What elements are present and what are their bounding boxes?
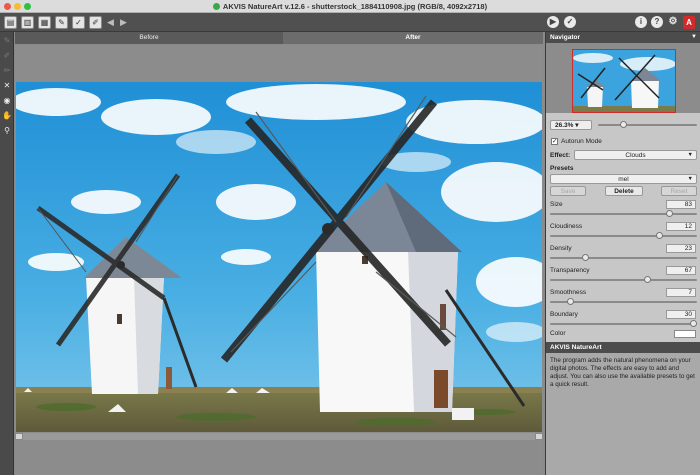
view-tabs: Before After [15,32,543,44]
share-icon[interactable]: ✓ [72,16,85,29]
apply-icon[interactable]: ✓ [564,16,576,28]
chevron-down-icon: ▼ [687,152,693,158]
scroll-left-button[interactable] [15,433,23,440]
param-value-field[interactable]: 7 [666,288,696,297]
window-title: AKVIS NatureArt v.12.6 - shutterstock_18… [0,2,700,11]
hand-icon[interactable]: ✋ [1,110,13,122]
param-slider-track[interactable] [550,213,697,215]
chevron-down-icon: ▼ [687,176,693,182]
zoom-icon[interactable]: ⚲ [1,125,13,137]
reset-preset-button[interactable]: Reset [661,186,697,196]
autorun-checkbox[interactable]: ✓ [551,138,558,145]
transform-icon[interactable]: ✕ [1,80,13,92]
param-slider-track[interactable] [550,257,697,259]
param-label: Transparency [550,267,590,274]
batch-icon[interactable]: ✐ [89,16,102,29]
autorun-label: Autorun Mode [561,138,602,145]
param-slider-knob[interactable] [567,298,574,305]
app-logo-icon [212,3,220,10]
title-bar: AKVIS NatureArt v.12.6 - shutterstock_18… [0,0,700,13]
param-value-field[interactable]: 30 [666,310,696,319]
effect-select[interactable]: Clouds ▼ [574,150,697,160]
param-slider-knob[interactable] [644,276,651,283]
color-label: Color [550,330,566,337]
navigator-preview-area [546,43,700,113]
effect-label: Effect: [550,152,571,159]
param-value-field[interactable]: 12 [666,222,696,231]
image-canvas[interactable] [15,45,543,475]
main-toolbar: ▤ ▥ ▦ ✎ ✓ ✐ ◀ ▶ ▶ ✓ i ? ⚙ A [0,13,700,32]
run-icon[interactable]: ▶ [547,16,559,28]
scroll-right-button[interactable] [535,433,543,440]
zoom-slider-knob[interactable] [620,121,627,128]
navigator-thumbnail[interactable] [572,49,676,113]
color-swatch[interactable] [674,330,696,338]
tab-after[interactable]: After [283,32,543,44]
param-label: Smoothness [550,289,587,296]
param-slider-track[interactable] [550,279,697,281]
eraser-icon[interactable]: ✐ [1,50,13,62]
collapse-arrow-icon[interactable]: ▼ [691,32,697,43]
settings-panel: Navigator ▼ 26.3% ▾ ✓ Autorun Mode Effec… [545,32,700,475]
param-value-field[interactable]: 83 [666,200,696,209]
param-value-field[interactable]: 23 [666,244,696,253]
akvis-icon[interactable]: A [683,16,695,29]
tab-before[interactable]: Before [15,32,283,44]
print-icon[interactable]: ✎ [55,16,68,29]
help-area: The program adds the natural phenomena o… [546,353,700,475]
param-slider-knob[interactable] [656,232,663,239]
save-as-icon[interactable]: ▦ [38,16,51,29]
param-slider-knob[interactable] [690,320,697,327]
undo-icon[interactable]: ◀ [105,16,116,29]
param-value-field[interactable]: 67 [666,266,696,275]
param-label: Size [550,201,563,208]
eyedropper-icon[interactable]: ◉ [1,95,13,107]
zoom-slider-track[interactable] [598,124,697,126]
param-label: Density [550,245,572,252]
param-label: Cloudiness [550,223,583,230]
tools-panel: ✎ ✐ ✏ ✕ ◉ ✋ ⚲ [0,32,14,475]
help-header: AKVIS NatureArt [546,342,700,353]
param-slider-track[interactable] [550,323,697,325]
redo-icon[interactable]: ▶ [118,16,129,29]
help-text: The program adds the natural phenomena o… [550,357,695,388]
zoom-field[interactable]: 26.3% ▾ [550,120,592,130]
save-icon[interactable]: ▥ [21,16,34,29]
blur-icon[interactable]: ✏ [1,65,13,77]
preset-select[interactable]: mel ▼ [550,174,697,184]
param-slider-track[interactable] [550,235,697,237]
help-icon[interactable]: ? [651,16,663,28]
delete-preset-button[interactable]: Delete [605,186,643,196]
horizontal-scrollbar[interactable] [15,433,543,440]
param-slider-knob[interactable] [582,254,589,261]
param-slider-knob[interactable] [666,210,673,217]
info-icon[interactable]: i [635,16,647,28]
presets-label: Presets [550,165,574,172]
save-preset-button[interactable]: Save [550,186,586,196]
brush-icon[interactable]: ✎ [1,35,13,47]
open-icon[interactable]: ▤ [4,16,17,29]
param-label: Boundary [550,311,578,318]
photo-preview [16,82,542,432]
navigator-header[interactable]: Navigator ▼ [546,32,700,43]
settings-icon[interactable]: ⚙ [667,16,679,28]
